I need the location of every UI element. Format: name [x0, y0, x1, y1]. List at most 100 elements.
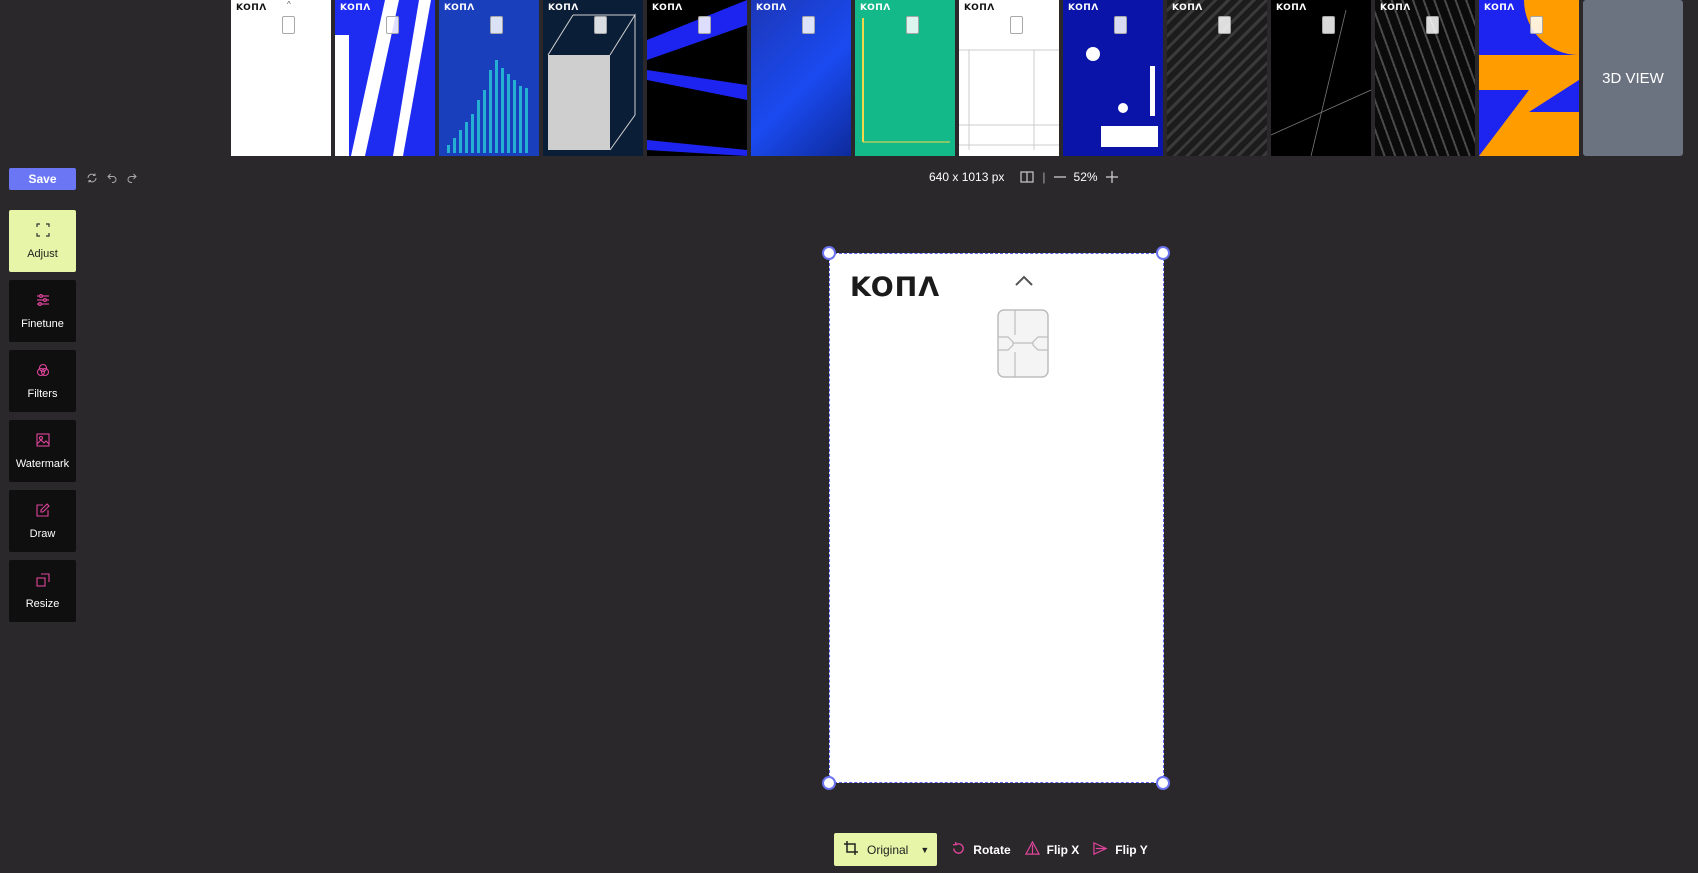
chevron-up-icon [1014, 274, 1034, 292]
thumb-logo: KOПΛ [340, 3, 371, 13]
thumb-logo: KOПΛ [860, 3, 891, 13]
chip-icon [386, 16, 399, 34]
chip-icon [698, 16, 711, 34]
tool-label: Adjust [27, 247, 58, 260]
template-thumb-13[interactable]: KOПΛ [1479, 0, 1579, 156]
3d-view-button[interactable]: 3D VIEW [1583, 0, 1683, 156]
circles-icon [36, 363, 50, 382]
resize-handle-top-left[interactable] [822, 246, 836, 260]
resize-handle-bottom-right[interactable] [1156, 776, 1170, 790]
thumb-logo: KOПΛ [444, 3, 475, 13]
frame-art [862, 18, 950, 143]
flip-y-button[interactable]: Flip Y [1093, 841, 1148, 859]
sliders-icon [36, 293, 50, 312]
lines-art [959, 49, 1059, 150]
template-thumb-1[interactable]: KOПΛ ^ [231, 0, 331, 156]
tool-label: Resize [25, 597, 60, 610]
tool-panel: Adjust Finetune Filters Watermark Draw R… [9, 210, 76, 622]
chip-icon [594, 16, 607, 34]
flip-y-icon [1093, 841, 1108, 859]
chip-icon [282, 16, 295, 34]
tool-watermark[interactable]: Watermark [9, 420, 76, 482]
bars-art [447, 60, 528, 153]
chip-icon [1218, 16, 1231, 34]
chip-icon [1010, 16, 1023, 34]
template-thumb-7[interactable]: KOПΛ [855, 0, 955, 156]
pencil-icon [35, 502, 50, 522]
expand-icon [35, 222, 50, 242]
template-thumb-2[interactable]: KOПΛ [335, 0, 435, 156]
tool-filters[interactable]: Filters [9, 350, 76, 412]
aspect-ratio-dropdown[interactable]: Original ▼ [834, 833, 938, 866]
thumb-logo: KOПΛ [964, 3, 995, 13]
tool-finetune[interactable]: Finetune [9, 280, 76, 342]
flip-x-button[interactable]: Flip X [1024, 840, 1080, 859]
thumb-logo: KOПΛ [756, 3, 787, 13]
history-controls [84, 169, 140, 187]
tool-label: Draw [29, 527, 56, 540]
tool-adjust[interactable]: Adjust [9, 210, 76, 272]
flip-x-icon [1024, 840, 1040, 859]
crop-icon [843, 840, 859, 859]
template-thumb-12[interactable]: KOПΛ [1375, 0, 1475, 156]
image-dimensions: 640 x 1013 px [929, 170, 1005, 184]
canvas-image[interactable]: KOПΛ [829, 253, 1164, 783]
image-icon [35, 432, 50, 452]
card-logo: KOПΛ [850, 272, 941, 303]
aspect-ratio-value: Original [867, 842, 909, 857]
zoom-in-icon[interactable] [1105, 171, 1118, 183]
chip-icon [1322, 16, 1335, 34]
thumb-logo: KOПΛ [1068, 3, 1099, 13]
flip-y-label: Flip Y [1115, 842, 1148, 857]
tool-label: Finetune [21, 317, 64, 330]
template-thumb-8[interactable]: KOПΛ [959, 0, 1059, 156]
template-thumb-6[interactable]: KOПΛ [751, 0, 851, 156]
rotate-button[interactable]: Rotate [951, 841, 1011, 859]
chip-icon [1114, 16, 1127, 34]
chip-icon [802, 16, 815, 34]
save-button[interactable]: Save [9, 168, 76, 190]
thumb-logo: KOПΛ [1380, 3, 1411, 13]
box-art [547, 13, 636, 151]
diagonal-art [1271, 9, 1371, 156]
compare-icon[interactable] [1020, 171, 1035, 183]
geometric-art [1479, 0, 1579, 156]
template-thumb-4[interactable]: KOПΛ [543, 0, 643, 156]
zoom-level: 52% [1073, 170, 1098, 184]
zoom-out-icon[interactable] [1053, 171, 1066, 183]
separator: | [1042, 170, 1046, 184]
thumb-logo: KOПΛ [652, 3, 683, 13]
template-thumb-5[interactable]: KOПΛ [647, 0, 747, 156]
thumb-logo: KOПΛ [548, 3, 579, 13]
tool-draw[interactable]: Draw [9, 490, 76, 552]
thumb-logo: KOПΛ [1276, 3, 1307, 13]
tool-resize[interactable]: Resize [9, 560, 76, 622]
flip-x-label: Flip X [1046, 842, 1080, 857]
rotate-label: Rotate [973, 842, 1011, 857]
template-strip: KOПΛ ^ KOПΛ KOПΛ KOПΛ KOПΛ KOПΛ KOПΛ KOП… [231, 0, 1683, 156]
stripes-art [335, 0, 435, 156]
reset-icon[interactable] [84, 169, 100, 187]
chip-icon [1426, 16, 1439, 34]
caret-down-icon: ▼ [920, 844, 930, 855]
chip-icon [997, 309, 1049, 378]
chevron-up-icon: ^ [287, 0, 291, 9]
template-thumb-9[interactable]: KOПΛ [1063, 0, 1163, 156]
chip-icon [490, 16, 503, 34]
chip-icon [1530, 16, 1543, 34]
undo-icon[interactable] [104, 169, 120, 187]
shapes-art [1086, 47, 1158, 147]
tool-label: Watermark [15, 457, 70, 470]
resize-handle-bottom-left[interactable] [822, 776, 836, 790]
bands-art [647, 0, 747, 156]
template-thumb-10[interactable]: KOПΛ [1167, 0, 1267, 156]
resize-handle-top-right[interactable] [1156, 246, 1170, 260]
template-thumb-11[interactable]: KOПΛ [1271, 0, 1371, 156]
canvas-info: 640 x 1013 px | 52% [929, 170, 1118, 184]
tool-label: Filters [27, 387, 58, 400]
rotate-icon [951, 841, 966, 859]
redo-icon[interactable] [124, 169, 140, 187]
template-thumb-3[interactable]: KOПΛ [439, 0, 539, 156]
chip-icon [906, 16, 919, 34]
resize-icon [35, 572, 50, 592]
